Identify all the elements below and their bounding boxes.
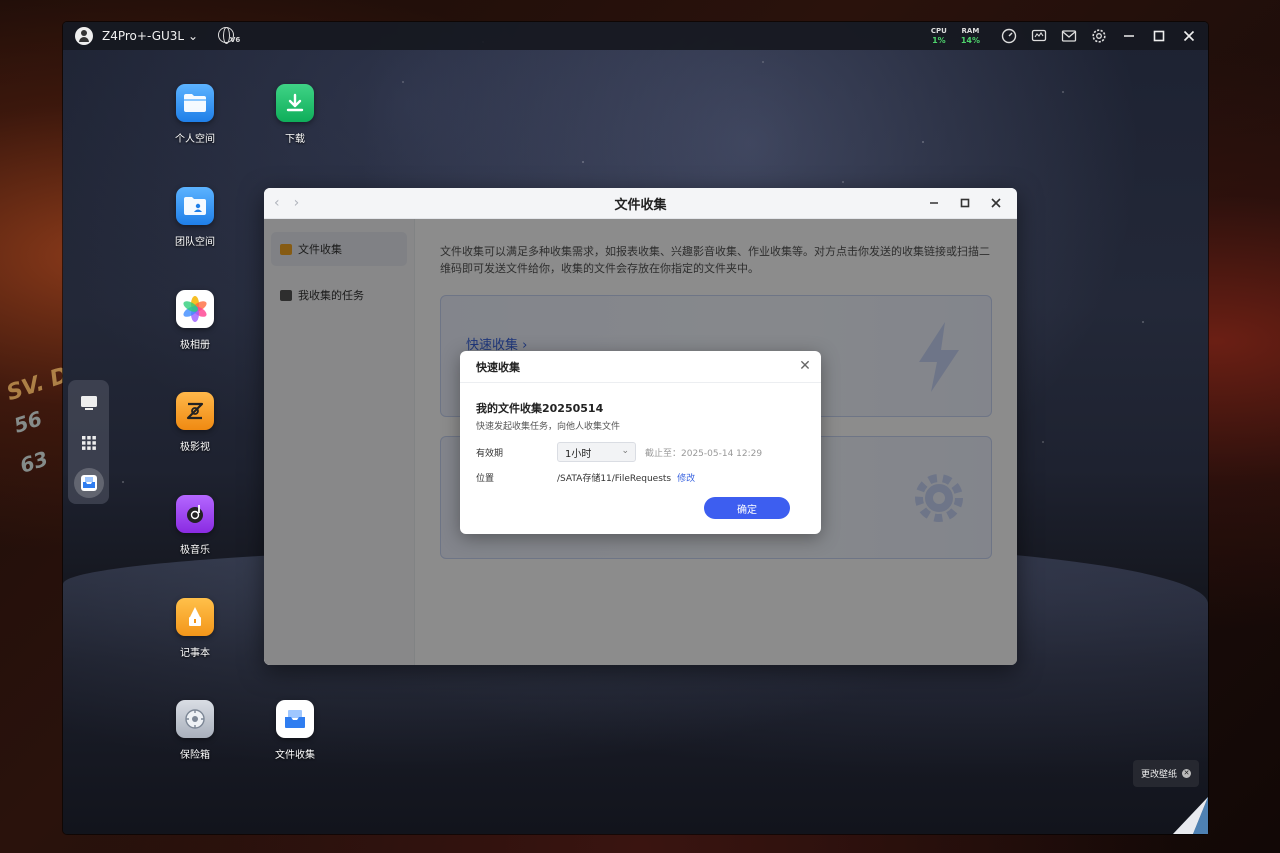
left-dock	[68, 380, 109, 504]
device-name-dropdown[interactable]: Z4Pro+-GU3L ⌄	[102, 29, 198, 43]
file-collect-icon	[80, 475, 97, 491]
wallpaper-hud-text: SV. D	[3, 362, 73, 407]
cpu-meter[interactable]: CPU 1%	[931, 27, 947, 45]
minimize-icon[interactable]	[1114, 22, 1144, 50]
window-maximize-button[interactable]	[949, 188, 980, 218]
file-collect-icon	[276, 700, 314, 738]
desktop-icon-personal-space[interactable]: 个人空间	[155, 84, 235, 145]
notes-icon	[176, 598, 214, 636]
window-minimize-button[interactable]	[918, 188, 949, 218]
ipv6-badge: V6	[230, 36, 241, 44]
gear-icon[interactable]	[1084, 22, 1114, 50]
team-folder-icon	[176, 187, 214, 225]
wallpaper-corner-icon[interactable]	[1173, 797, 1208, 834]
close-icon[interactable]	[1174, 22, 1204, 50]
ram-meter[interactable]: RAM 14%	[961, 27, 980, 45]
safe-icon	[176, 700, 214, 738]
globe-ipv6-icon[interactable]: V6	[218, 26, 240, 46]
task-subtitle: 快速发起收集任务，向他人收集文件	[476, 422, 621, 432]
window-titlebar[interactable]: ‹ › 文件收集	[264, 188, 1017, 219]
maximize-icon[interactable]	[1144, 22, 1174, 50]
chevron-down-icon: ⌄	[621, 446, 629, 456]
mail-icon[interactable]	[1054, 22, 1084, 50]
desktop-icon-video[interactable]: 极影视	[155, 392, 235, 453]
desktop-icon-file-collect[interactable]: 文件收集	[255, 700, 335, 761]
dock-apps-button[interactable]	[74, 428, 104, 458]
validity-label: 有效期	[476, 448, 504, 459]
speed-icon[interactable]	[994, 22, 1024, 50]
monitor-icon	[80, 396, 97, 410]
desktop-icon-photos[interactable]: 极相册	[155, 290, 235, 351]
close-icon[interactable]: ✕	[1182, 769, 1192, 778]
change-wallpaper-button[interactable]: 更改壁纸 ✕	[1133, 760, 1199, 787]
edit-location-link[interactable]: 修改	[677, 471, 695, 484]
photos-icon	[176, 290, 214, 328]
dialog-header: 快速收集 ✕	[460, 351, 821, 383]
wallpaper-hud-number: 63	[16, 446, 51, 478]
deadline-text: 截止至：2025-05-14 12:29	[645, 448, 763, 459]
window-title: 文件收集	[614, 197, 667, 213]
task-name: 我的文件收集20250514	[476, 402, 604, 415]
dock-desktop-button[interactable]	[74, 388, 104, 418]
folder-icon	[176, 84, 214, 122]
back-arrow-icon[interactable]: ‹	[274, 195, 280, 211]
download-icon	[276, 84, 314, 122]
location-label: 位置	[476, 474, 495, 484]
validity-select[interactable]: 1小时 ⌄	[557, 442, 636, 462]
desktop-icon-notes[interactable]: 记事本	[155, 598, 235, 659]
desktop-icon-music[interactable]: 极音乐	[155, 495, 235, 556]
music-icon	[176, 495, 214, 533]
location-path: /SATA存储11/FileRequests	[557, 474, 672, 484]
video-icon	[176, 392, 214, 430]
forward-arrow-icon[interactable]: ›	[294, 195, 300, 211]
window-close-button[interactable]	[980, 188, 1011, 218]
wallpaper-hud-number: 56	[10, 406, 45, 438]
desktop-icon-team-space[interactable]: 团队空间	[155, 187, 235, 248]
dialog-title: 快速收集	[476, 360, 520, 374]
monitor-icon[interactable]	[1024, 22, 1054, 50]
desktop-icon-download[interactable]: 下载	[255, 84, 335, 145]
desktop-icon-safe[interactable]: 保险箱	[155, 700, 235, 761]
quick-collect-dialog: 快速收集 ✕ 我的文件收集20250514 快速发起收集任务，向他人收集文件 有…	[460, 351, 821, 534]
grid-icon	[81, 436, 96, 450]
dock-file-collect-button[interactable]	[73, 468, 104, 498]
confirm-button[interactable]: 确定	[704, 497, 790, 519]
avatar[interactable]	[75, 27, 93, 45]
top-bar: Z4Pro+-GU3L ⌄ V6 CPU 1% RAM 14%	[63, 22, 1208, 50]
dialog-close-icon[interactable]: ✕	[798, 359, 812, 373]
